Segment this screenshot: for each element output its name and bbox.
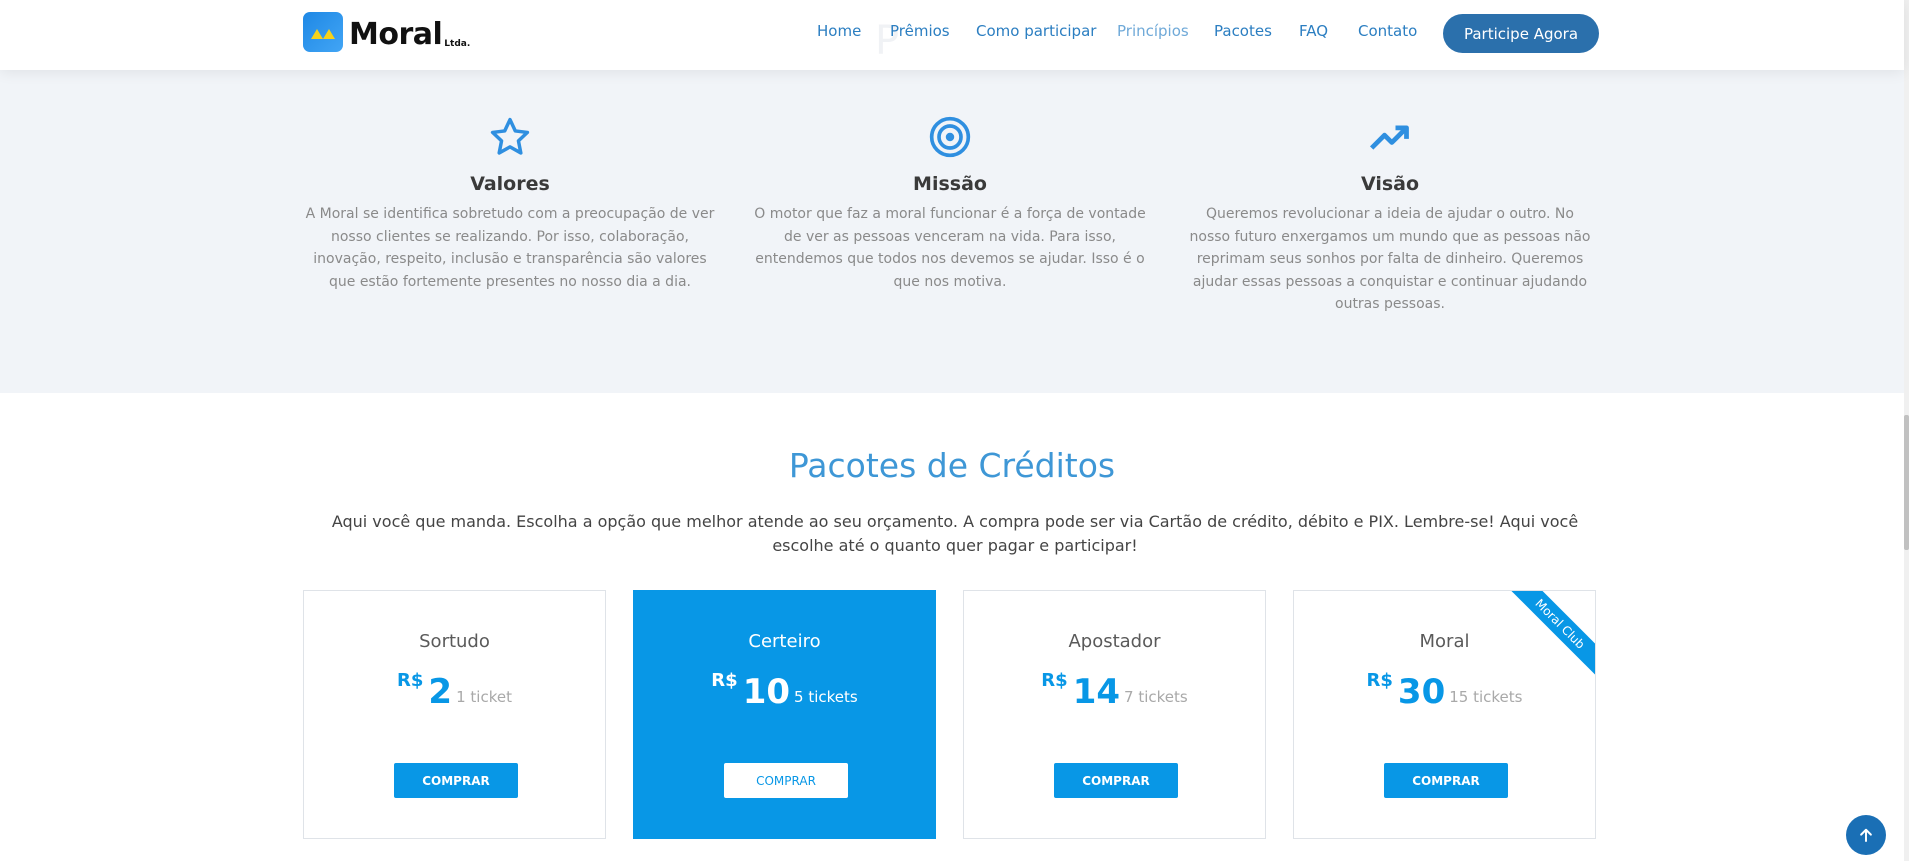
nav-pacotes[interactable]: Pacotes [1214, 22, 1272, 40]
nav-home[interactable]: Home [817, 22, 861, 40]
package-price: R$ 2 1 ticket [304, 668, 605, 712]
brand-name: Moral [349, 17, 443, 52]
principle-missao: Missão O motor que faz a moral funcionar… [744, 115, 1156, 293]
price-tickets: 1 ticket [456, 688, 512, 706]
principle-title: Valores [470, 173, 550, 195]
participate-button[interactable]: Participe Agora [1443, 14, 1599, 53]
principle-valores: Valores A Moral se identifica sobretudo … [304, 115, 716, 293]
package-card-certeiro: Certeiro R$ 10 5 tickets COMPRAR [633, 590, 936, 839]
principle-title: Missão [913, 173, 987, 195]
package-card-sortudo: Sortudo R$ 2 1 ticket COMPRAR [303, 590, 606, 839]
price-tickets: 5 tickets [794, 688, 858, 706]
nav-faq[interactable]: FAQ [1299, 22, 1328, 40]
package-name: Apostador [1068, 631, 1161, 652]
arrow-up-icon [1860, 828, 1872, 842]
nav-principios[interactable]: Princípios [1117, 22, 1189, 40]
site-header: Moral Ltda. P Home Prêmios Como particip… [0, 0, 1904, 70]
price-currency: R$ [397, 670, 424, 691]
buy-button[interactable]: COMPRAR [394, 763, 518, 798]
price-amount: 2 [428, 672, 453, 712]
scrollbar-thumb[interactable] [1904, 415, 1909, 550]
principle-text: A Moral se identifica sobretudo com a pr… [305, 206, 715, 290]
price-currency: R$ [1041, 670, 1068, 691]
price-amount: 10 [742, 672, 791, 712]
package-price: R$ 10 5 tickets [634, 668, 935, 712]
price-currency: R$ [711, 670, 738, 691]
principles-section: Valores A Moral se identifica sobretudo … [0, 70, 1904, 393]
back-to-top-button[interactable] [1846, 815, 1886, 855]
packages-description: Aqui você que manda. Escolha a opção que… [331, 512, 1579, 555]
packages-title: Pacotes de Créditos [788, 446, 1116, 485]
logo[interactable]: Moral Ltda. [303, 12, 470, 52]
price-tickets: 15 tickets [1449, 688, 1523, 706]
principle-text: Queremos revolucionar a ideia de ajudar … [1189, 206, 1591, 312]
package-name: Certeiro [748, 631, 821, 652]
package-price: R$ 30 15 tickets [1294, 668, 1595, 712]
trending-up-icon [1184, 115, 1596, 163]
buy-button[interactable]: COMPRAR [1384, 763, 1508, 798]
principle-visao: Visão Queremos revolucionar a ideia de a… [1184, 115, 1596, 316]
price-amount: 30 [1397, 672, 1446, 712]
nav-premios[interactable]: Prêmios [890, 22, 950, 40]
nav-como-participar[interactable]: Como participar [976, 22, 1096, 40]
buy-button[interactable]: COMPRAR [1054, 763, 1178, 798]
logo-icon [303, 12, 343, 52]
brand-suffix: Ltda. [444, 39, 471, 49]
package-card-moral: Moral Club Moral R$ 30 15 tickets COMPRA… [1293, 590, 1596, 839]
principle-text: O motor que faz a moral funcionar é a fo… [754, 206, 1146, 290]
price-tickets: 7 tickets [1124, 688, 1188, 706]
package-name: Sortudo [419, 631, 490, 652]
buy-button[interactable]: COMPRAR [724, 763, 848, 798]
package-price: R$ 14 7 tickets [964, 668, 1265, 712]
price-currency: R$ [1366, 670, 1393, 691]
package-name: Moral [1419, 631, 1470, 652]
star-icon [304, 115, 716, 163]
target-icon [744, 115, 1156, 163]
price-amount: 14 [1072, 672, 1121, 712]
nav-contato[interactable]: Contato [1358, 22, 1417, 40]
package-card-apostador: Apostador R$ 14 7 tickets COMPRAR [963, 590, 1266, 839]
principle-title: Visão [1360, 173, 1420, 195]
